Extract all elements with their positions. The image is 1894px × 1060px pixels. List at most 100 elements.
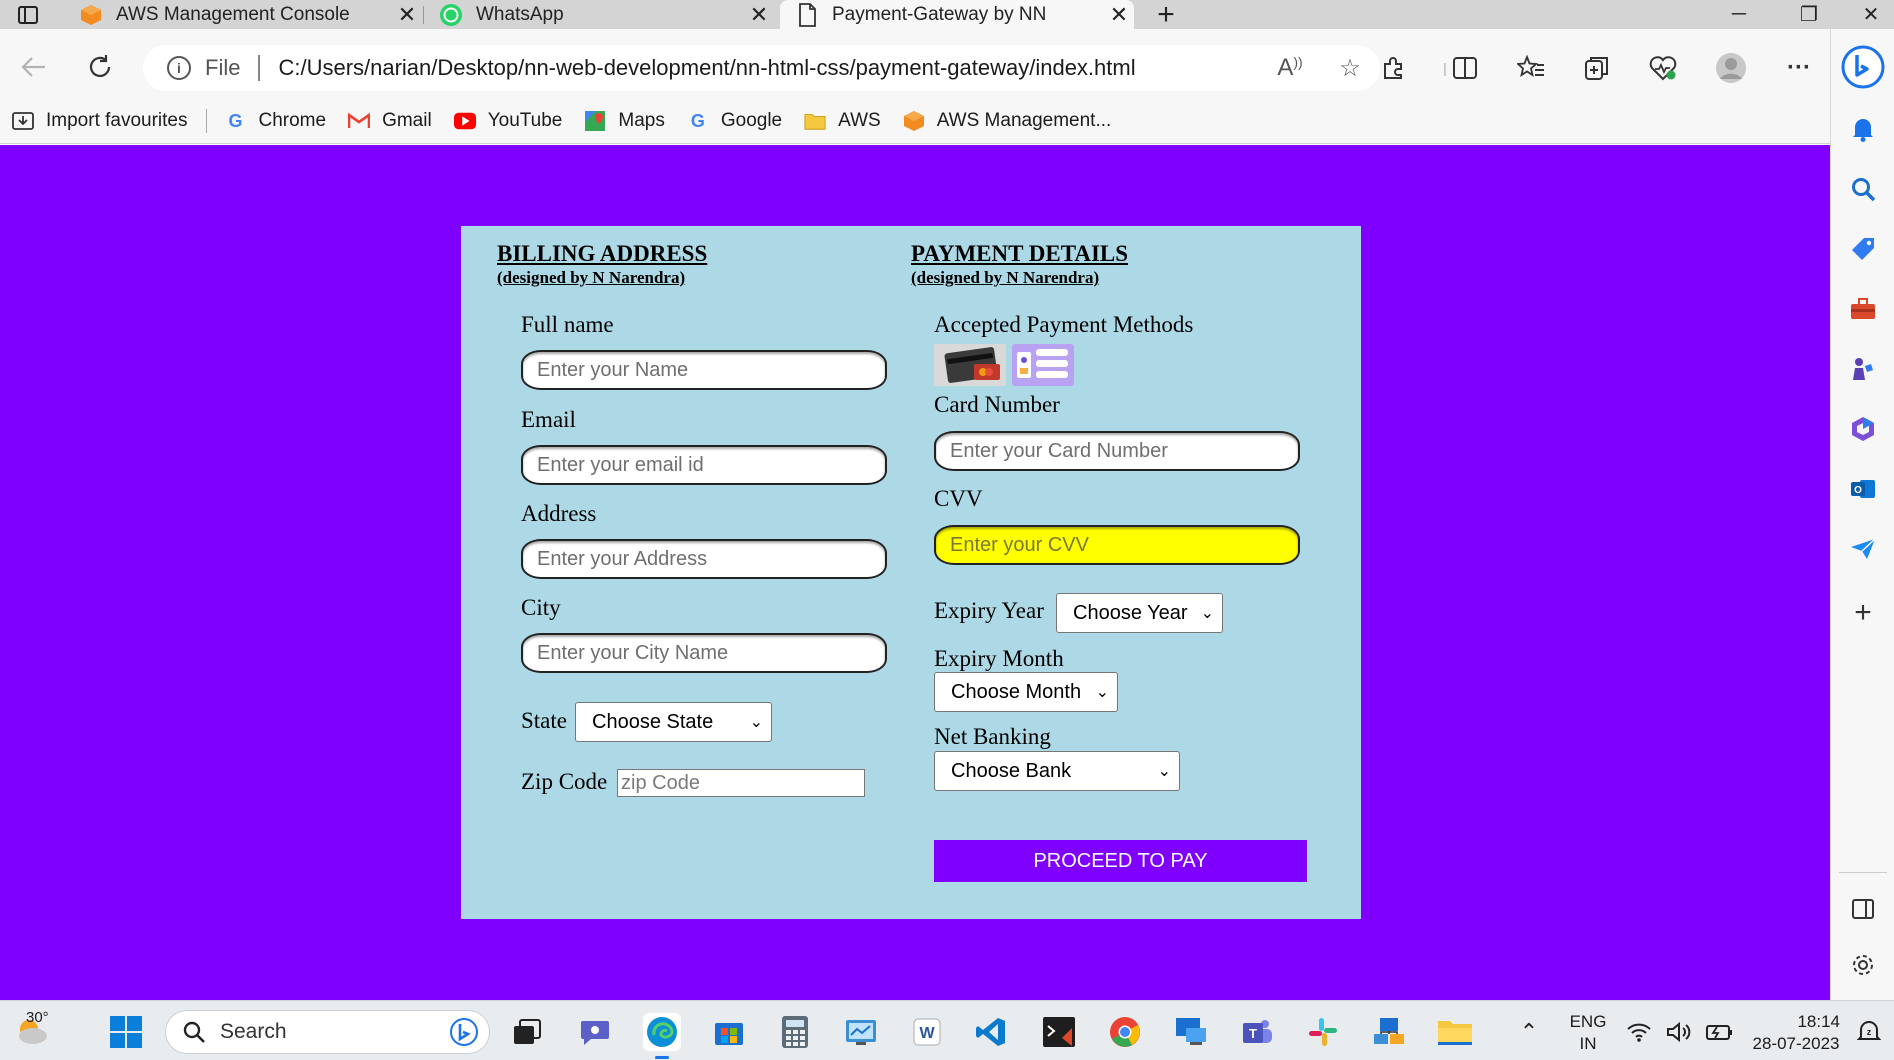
search-icon (183, 1021, 205, 1043)
favourite-google[interactable]: G Google (687, 110, 782, 132)
file-explorer-icon[interactable] (1436, 1013, 1474, 1051)
info-icon[interactable]: i (167, 56, 191, 80)
close-icon[interactable]: ✕ (392, 2, 422, 28)
net-banking-select[interactable]: Choose Bank ⌄ (934, 751, 1180, 791)
taskbar-search-box[interactable]: Search (165, 1010, 490, 1054)
show-hidden-icons-chevron-icon[interactable]: ⌃ (1510, 1013, 1548, 1051)
outlook-icon[interactable]: O (1845, 471, 1881, 507)
terminal-icon[interactable] (1040, 1013, 1078, 1051)
control-panel-icon[interactable] (842, 1013, 880, 1051)
email-label: Email (521, 407, 576, 432)
word-doc-icon[interactable]: W (908, 1013, 946, 1051)
tab-aws-console[interactable]: AWS Management Console ✕ (64, 0, 422, 29)
volume-icon[interactable] (1664, 1013, 1694, 1051)
chevron-down-icon: ⌄ (1157, 763, 1171, 780)
zip-code-input[interactable] (617, 769, 865, 797)
microsoft-365-icon[interactable] (1845, 411, 1881, 447)
favourite-aws-folder[interactable]: AWS (804, 110, 881, 132)
microsoft-store-icon[interactable] (710, 1013, 748, 1051)
send-drop-icon[interactable] (1845, 531, 1881, 567)
back-button[interactable] (16, 49, 52, 85)
favourite-aws-management[interactable]: AWS Management... (903, 110, 1111, 132)
hide-sidebar-icon[interactable] (1845, 891, 1881, 927)
city-input[interactable] (521, 633, 887, 673)
shopping-tag-icon[interactable] (1845, 231, 1881, 267)
search-icon[interactable] (1845, 171, 1881, 207)
expiry-month-select[interactable]: Choose Month ⌄ (934, 672, 1118, 712)
expiry-month-label: Expiry Month (934, 646, 1064, 671)
url-text[interactable]: C:/Users/narian/Desktop/nn-web-developme… (278, 55, 1260, 81)
clock[interactable]: 18:14 28-07-2023 (1746, 1011, 1846, 1055)
net-banking-label: Net Banking (934, 724, 1051, 749)
notifications-bell-icon[interactable] (1845, 111, 1881, 147)
start-button[interactable] (107, 1013, 145, 1051)
chevron-down-icon: ⌄ (749, 714, 763, 731)
games-icon[interactable] (1845, 351, 1881, 387)
teams-chat-icon[interactable] (576, 1013, 614, 1051)
weather-temperature: 30° (26, 1009, 49, 1026)
chrome-icon[interactable] (1106, 1013, 1144, 1051)
language-indicator[interactable]: ENG IN (1566, 1011, 1610, 1055)
favourite-import[interactable]: Import favourites (12, 110, 188, 132)
split-screen-icon[interactable] (1448, 51, 1482, 85)
svg-text:T: T (1249, 1026, 1257, 1041)
state-select[interactable]: Choose State ⌄ (575, 702, 772, 742)
email-input[interactable] (521, 445, 887, 485)
tab-payment-gateway[interactable]: Payment-Gateway by NN ✕ (780, 0, 1134, 29)
profile-avatar-icon[interactable] (1714, 51, 1748, 85)
extensions-icon[interactable] (1376, 51, 1410, 85)
tab-whatsapp[interactable]: WhatsApp ✕ (424, 0, 774, 29)
minimize-button[interactable]: ─ (1716, 0, 1762, 29)
card-number-input[interactable] (934, 431, 1300, 471)
new-tab-button[interactable]: + (1150, 0, 1182, 31)
restore-button[interactable]: ❐ (1786, 0, 1832, 29)
weather-widget[interactable]: 30° (6, 1009, 58, 1047)
close-icon[interactable]: ✕ (1104, 2, 1134, 28)
battery-icon[interactable] (1702, 1013, 1736, 1051)
favourite-maps[interactable]: Maps (584, 110, 665, 132)
favourite-chrome[interactable]: G Chrome (225, 110, 326, 132)
payment-methods-label: Accepted Payment Methods (934, 312, 1194, 337)
active-app-indicator (655, 1056, 669, 1059)
expiry-year-select[interactable]: Choose Year ⌄ (1056, 593, 1223, 633)
address-bar[interactable]: i File C:/Users/narian/Desktop/nn-web-de… (143, 45, 1380, 91)
close-icon[interactable]: ✕ (744, 2, 774, 28)
address-input[interactable] (521, 539, 887, 579)
slack-icon[interactable] (1304, 1013, 1342, 1051)
proceed-to-pay-button[interactable]: PROCEED TO PAY (934, 840, 1307, 882)
task-view-icon[interactable] (508, 1013, 546, 1051)
import-icon (12, 110, 34, 132)
favourites-icon[interactable] (1514, 51, 1548, 85)
refresh-button[interactable] (82, 49, 118, 85)
calculator-icon[interactable] (776, 1013, 814, 1051)
settings-more-icon[interactable]: ··· (1782, 51, 1816, 85)
microsoft-teams-icon[interactable]: T (1238, 1013, 1276, 1051)
tab-title: Payment-Gateway by NN (832, 3, 1047, 25)
navigation-bar: i File C:/Users/narian/Desktop/nn-web-de… (0, 29, 1830, 105)
add-sidebar-app-icon[interactable]: + (1845, 595, 1881, 631)
remote-desktop-icon[interactable] (1172, 1013, 1210, 1051)
billing-heading: BILLING ADDRESS (497, 241, 708, 266)
close-window-button[interactable]: ✕ (1848, 0, 1894, 29)
network-app-icon[interactable] (1370, 1013, 1408, 1051)
full-name-input[interactable] (521, 350, 887, 390)
gmail-icon (348, 110, 371, 132)
payment-heading-block: PAYMENT DETAILS (designed by N Narendra) (911, 241, 1128, 288)
read-aloud-icon[interactable]: A)) (1260, 54, 1320, 82)
notification-center-icon[interactable]: z (1852, 1013, 1886, 1051)
collections-icon[interactable] (1580, 51, 1614, 85)
bing-copilot-icon[interactable] (1841, 45, 1885, 89)
browser-essentials-icon[interactable] (1646, 51, 1680, 85)
favourite-gmail[interactable]: Gmail (348, 110, 432, 132)
wifi-icon[interactable] (1624, 1013, 1654, 1051)
favourite-youtube[interactable]: YouTube (453, 110, 562, 132)
edge-taskbar-icon[interactable] (643, 1013, 681, 1059)
tab-actions-button[interactable] (8, 0, 48, 29)
vscode-icon[interactable] (972, 1013, 1010, 1051)
favourite-star-icon[interactable]: ☆ (1320, 54, 1380, 83)
tools-briefcase-icon[interactable] (1845, 291, 1881, 327)
tab-strip: AWS Management Console ✕ WhatsApp ✕ Paym… (0, 0, 1894, 31)
cvv-input[interactable] (934, 525, 1300, 565)
google-icon: G (690, 110, 705, 131)
sidebar-settings-gear-icon[interactable] (1845, 947, 1881, 983)
